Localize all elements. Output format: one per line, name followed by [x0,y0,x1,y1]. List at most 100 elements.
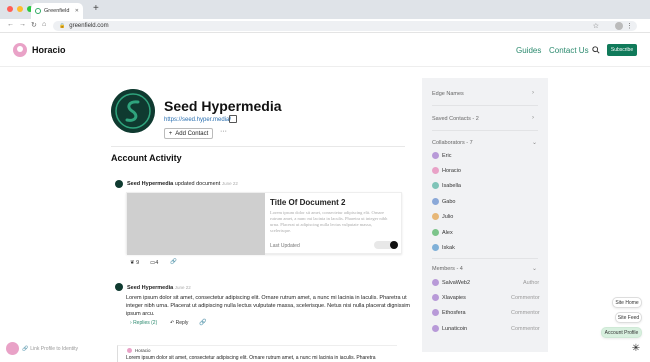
nav-guides[interactable]: Guides [516,46,541,55]
browser-tab[interactable]: Greenfield ✕ [31,3,83,19]
back-icon[interactable]: ← [7,21,14,28]
collaborator-item[interactable]: Alex [432,229,453,236]
edge-names-toggle[interactable]: Edge Names [432,91,464,97]
add-contact-button[interactable]: + Add Contact [164,128,213,139]
document-authors-avatars [374,241,398,249]
avatar [432,182,439,189]
copy-link-icon[interactable] [229,115,237,123]
site-feed-button[interactable]: Site Feed [615,312,642,323]
bookmark-star-icon[interactable]: ☆ [593,22,599,30]
browser-tab-bar: Greenfield ✕ + [0,0,650,19]
seed-star-icon[interactable]: ✳ [630,343,642,355]
profile-url-link[interactable]: https://seed.hyper.media/ [164,117,231,123]
url-field[interactable]: 🔒 greenfield.com ☆ ⋮ [53,21,637,31]
collaborator-item[interactable]: Gabo [432,198,455,205]
member-item[interactable]: SalvaWeb2 [432,279,470,286]
reply-author-name[interactable]: Horacio [135,348,151,353]
profile-name: Seed Hypermedia [164,98,282,114]
account-profile-button[interactable]: Account Profile [601,327,642,338]
comments-count[interactable]: ▭4 [150,260,158,266]
collaborator-name: Julio [442,213,454,220]
url-text: greenfield.com [69,23,109,29]
avatar [432,325,439,332]
chevron-right-icon: › [130,320,132,326]
new-tab-button[interactable]: + [93,3,99,14]
address-bar: ← → ↻ ⌂ 🔒 greenfield.com ☆ ⋮ [0,19,650,33]
replies-toggle[interactable]: › Replies (2) [130,320,157,326]
member-name: Xlavapies [442,294,466,301]
collaborator-name: Alex [442,229,453,236]
chevron-right-icon[interactable]: › [532,90,534,96]
avatar [432,213,439,220]
more-options-button[interactable]: ··· [220,128,227,135]
browser-menu-icon[interactable]: ⋮ [626,22,633,30]
collaborator-item[interactable]: Isabella [432,182,461,189]
minimize-window-button[interactable] [17,6,23,12]
reload-icon[interactable]: ↻ [31,21,37,29]
divider [432,130,538,131]
reply-text: Lorem ipsum dolor sit amet, consectetur … [126,355,376,361]
collaborator-item[interactable]: Horacio [432,167,461,174]
feed-item-header: Seed Hypermedia updated document June 22 [127,181,238,187]
site-home-button[interactable]: Site Home [612,297,642,308]
collaborator-name: Isabella [442,182,461,189]
collaborator-name: Iskak [442,244,455,251]
lock-icon: 🔒 [59,23,66,29]
member-role: Commentor [511,326,540,332]
brand-name[interactable]: Horacio [32,45,66,55]
nav-contact-us[interactable]: Contact Us [549,46,589,55]
avatar [432,294,439,301]
avatar [432,244,439,251]
document-card[interactable]: Title Of Document 2 Lorem ipsum dolor si… [126,192,402,255]
chevron-right-icon[interactable]: › [532,115,534,121]
divider [432,258,538,259]
home-icon[interactable]: ⌂ [42,21,46,28]
plus-icon: + [168,130,173,137]
member-item[interactable]: Lunaticoin [432,325,467,332]
avatar [432,309,439,316]
members-toggle[interactable]: Members - 4 [432,266,463,272]
avatar [432,152,439,159]
reply-button[interactable]: ↶ Reply [170,320,188,326]
link-icon[interactable]: 🔗 [199,319,206,326]
author-avatar[interactable] [115,180,123,188]
close-tab-icon[interactable]: ✕ [75,8,79,14]
member-role: Commentor [511,295,540,301]
search-icon[interactable] [592,46,600,54]
link-identity-button[interactable]: 🔗 Link Profile to Identity [6,342,78,355]
reply-author-avatar[interactable] [127,348,132,353]
likes-count[interactable]: ❦ 9 [130,260,139,266]
author-name[interactable]: Seed Hypermedia [127,285,173,291]
author-avatar[interactable] [115,283,123,291]
comment-text: Lorem ipsum dolor sit amet, consectetur … [126,295,411,317]
collaborator-item[interactable]: Julio [432,213,453,220]
member-item[interactable]: Xlavapies [432,294,466,301]
document-title: Title Of Document 2 [270,198,346,207]
link-identity-label: Link Profile to Identity [30,345,79,352]
reply-icon: ↶ [170,320,175,326]
author-name[interactable]: Seed Hypermedia [127,181,173,187]
chevron-down-icon[interactable]: ⌄ [532,139,537,146]
brand-avatar[interactable] [13,43,27,57]
forward-icon[interactable]: → [19,21,26,28]
member-item[interactable]: Ethosfera [432,309,466,316]
reply-label: Reply [175,320,189,326]
chevron-down-icon[interactable]: ⌄ [532,265,537,272]
collaborator-item[interactable]: Iskak [432,244,455,251]
saved-contacts-toggle[interactable]: Saved Contacts - 2 [432,116,479,122]
browser-profile-icon[interactable] [615,22,623,30]
comments-value: 4 [155,260,159,266]
feed-action: updated document [174,181,221,187]
close-window-button[interactable] [7,6,13,12]
feed-date: June 22 [174,285,191,290]
member-name: SalvaWeb2 [442,279,471,286]
collaborator-item[interactable]: Eric [432,152,451,159]
seed-logo-icon [111,89,155,133]
document-updated-label: Last Updated [270,243,300,249]
avatar [432,198,439,205]
collaborators-toggle[interactable]: Collaborators - 7 [432,140,473,146]
collaborator-name: Eric [442,152,452,159]
link-icon[interactable]: 🔗 [170,259,177,265]
user-avatar [6,342,19,355]
subscribe-button[interactable]: Subscribe [607,44,637,56]
